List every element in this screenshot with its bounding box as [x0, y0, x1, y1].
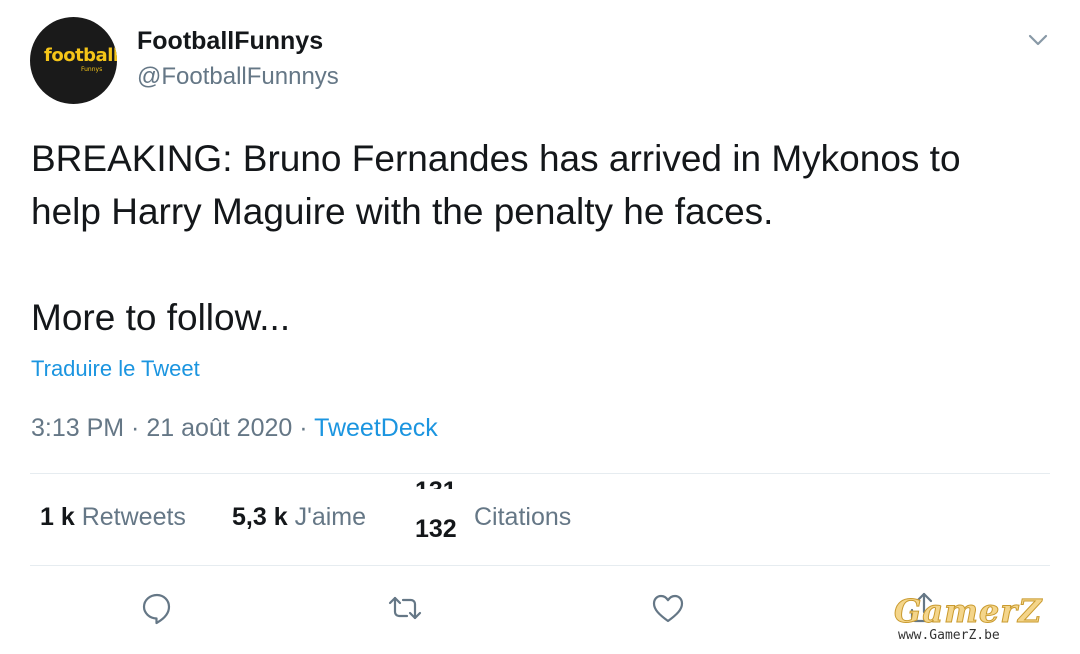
watermark: GamerZ www.GamerZ.be [890, 592, 1070, 652]
tweet-date[interactable]: 21 août 2020 [146, 414, 292, 442]
tweet-text-line: BREAKING: Bruno Fernandes has arrived in… [31, 138, 961, 179]
tweet-text-line: More to follow... [31, 297, 291, 338]
likes-stat[interactable]: 5,3 k J'aime [232, 503, 366, 532]
likes-label: J'aime [294, 503, 367, 531]
likes-count: 5,3 k [232, 503, 288, 531]
watermark-url: www.GamerZ.be [898, 628, 1000, 643]
like-button[interactable] [650, 590, 686, 626]
reply-icon [142, 593, 171, 625]
divider [30, 473, 1050, 474]
retweets-stat[interactable]: 1 k Retweets [40, 503, 186, 532]
watermark-logo: GamerZ [894, 592, 1043, 631]
author-handle[interactable]: @FootballFunnnys [137, 63, 339, 91]
quotes-count-previous: 131 [415, 471, 457, 489]
tweet-source-link[interactable]: TweetDeck [314, 414, 438, 442]
tweet-time[interactable]: 3:13 PM [31, 414, 124, 442]
retweet-button[interactable] [387, 590, 423, 626]
reply-button[interactable] [139, 590, 175, 626]
retweet-icon [388, 596, 422, 620]
retweets-label: Retweets [81, 503, 186, 531]
quotes-label: Citations [474, 503, 572, 531]
tweet-text-line: help Harry Maguire with the penalty he f… [31, 191, 774, 232]
meta-separator: · [292, 414, 315, 442]
tweet-meta: 3:13 PM · 21 août 2020 · TweetDeck [31, 414, 438, 443]
tweet-card: football Funnys FootballFunnys @Football… [0, 0, 1080, 654]
tweet-text: BREAKING: Bruno Fernandes has arrived in… [31, 132, 1041, 344]
translate-tweet-link[interactable]: Traduire le Tweet [31, 356, 200, 382]
avatar[interactable]: football Funnys [30, 17, 117, 104]
chevron-down-icon[interactable] [1024, 26, 1052, 54]
divider [30, 565, 1050, 566]
retweets-count: 1 k [40, 503, 75, 531]
quotes-count: 132 [415, 515, 457, 537]
avatar-logo-text: football [44, 45, 117, 66]
avatar-logo-subtext: Funnys [81, 66, 103, 73]
author-display-name[interactable]: FootballFunnys [137, 27, 323, 56]
heart-icon [652, 594, 684, 623]
meta-separator: · [124, 414, 147, 442]
